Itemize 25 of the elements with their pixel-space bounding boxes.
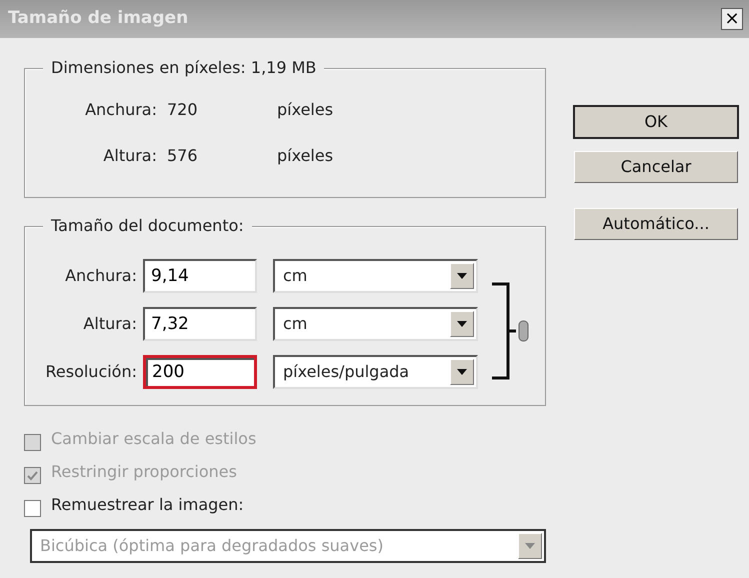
dialog-button[interactable]: OK xyxy=(574,106,738,138)
dialog-button[interactable]: Cancelar xyxy=(574,151,738,183)
field-label: Resolución: xyxy=(44,361,137,383)
unit-label: píxeles xyxy=(277,99,334,121)
checkbox-label: Cambiar escala de estilos xyxy=(51,428,256,450)
checkbox-label: Restringir proporciones xyxy=(51,460,237,482)
unit-dropdown[interactable]: cm xyxy=(273,259,478,293)
value-input[interactable]: 7,32 xyxy=(143,307,257,341)
field-label: Altura: xyxy=(102,145,157,167)
dropdown-value: Bicúbica (óptima para degradados suaves) xyxy=(40,535,384,557)
checkbox-label: Remuestrear la imagen: xyxy=(51,494,244,516)
field-label: Anchura: xyxy=(64,265,137,287)
close-button[interactable]: × xyxy=(721,8,743,30)
unit-dropdown[interactable]: píxeles/pulgada xyxy=(273,355,478,389)
dialog-button[interactable]: Automático... xyxy=(574,208,738,240)
group-legend: Dimensiones en píxeles: 1,19 MB xyxy=(43,57,324,79)
field-label: Anchura: xyxy=(84,99,157,121)
field-label: Altura: xyxy=(82,313,137,335)
unit-label: píxeles xyxy=(277,145,334,167)
value-input[interactable]: 200 xyxy=(143,355,257,389)
window-title: Tamaño de imagen xyxy=(8,7,188,30)
pixel-value: 576 xyxy=(166,145,199,167)
pixel-value: 720 xyxy=(166,99,199,121)
value-input[interactable]: 9,14 xyxy=(143,259,257,293)
unit-dropdown[interactable]: cm xyxy=(273,307,478,341)
